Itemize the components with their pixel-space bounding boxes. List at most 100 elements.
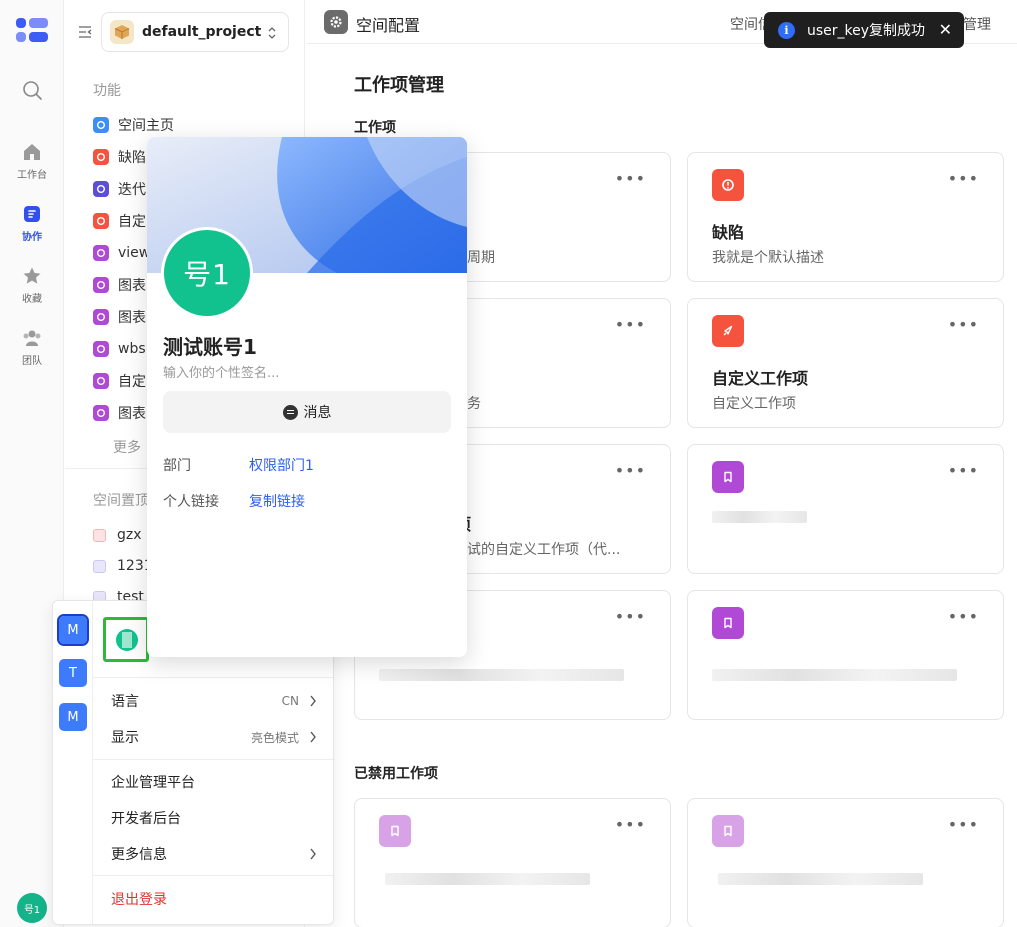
collapse-sidebar-icon[interactable] [77, 24, 93, 40]
sidebar-item[interactable]: 图表 [93, 274, 146, 296]
highlighted-avatar[interactable] [103, 617, 149, 662]
more-options-icon[interactable]: ••• [615, 609, 646, 625]
gear-icon [324, 10, 348, 34]
workspace-m[interactable]: M [59, 703, 87, 731]
dept-link[interactable]: 权限部门1 [249, 455, 314, 475]
sidebar-item[interactable]: 自定 [93, 370, 146, 392]
workspace-m-selected[interactable]: M [57, 614, 89, 646]
user-avatar[interactable]: 号1 [17, 893, 47, 923]
sidebar-item[interactable]: 缺陷 [93, 146, 146, 168]
workitem-type-icon [93, 277, 109, 293]
rail-item-team[interactable]: 团队 [0, 328, 64, 367]
message-button-label: 消息 [303, 405, 332, 421]
workitem-desc: 自定义工作项 [712, 396, 796, 412]
subsection-active: 工作项 [354, 120, 396, 136]
disabled-workitem-card[interactable]: ••• [354, 798, 671, 927]
menu-item[interactable]: 更多信息 [111, 844, 321, 864]
more-options-icon[interactable]: ••• [948, 817, 979, 833]
project-selector[interactable]: default_project [101, 12, 289, 52]
sidebar-item[interactable]: 自定 [93, 210, 146, 232]
profile-card: 号1 测试账号1 输入你的个性签名... 消息 部门 权限部门1 个人链接 复制… [147, 137, 467, 657]
pinned-space-item[interactable]: gzx [93, 524, 142, 546]
more-options-icon[interactable]: ••• [948, 463, 979, 479]
more-options-icon[interactable]: ••• [615, 463, 646, 479]
more-options-icon[interactable]: ••• [948, 609, 979, 625]
redacted-text [385, 873, 590, 885]
dept-label: 部门 [163, 458, 191, 474]
more-options-icon[interactable]: ••• [615, 317, 646, 333]
pinned-space-label: gzx [117, 527, 142, 543]
sidebar-item-label: 自定 [118, 214, 146, 230]
sidebar-item[interactable]: 图表 [93, 402, 146, 424]
workitem-icon [712, 815, 744, 847]
sidebar-item[interactable]: view [93, 242, 150, 264]
workitem-card[interactable]: ••• [687, 590, 1004, 720]
more-options-icon[interactable]: ••• [615, 171, 646, 187]
menu-item[interactable]: 退出登录 [111, 889, 321, 909]
project-name: default_project [142, 24, 262, 40]
toast-notification: i user_key复制成功 ✕ [764, 12, 964, 48]
workitem-type-icon [93, 405, 109, 421]
message-button[interactable]: 消息 [163, 391, 451, 433]
copy-link-button[interactable]: 复制链接 [249, 491, 305, 511]
search-icon[interactable] [22, 80, 42, 100]
app-logo-icon[interactable] [16, 18, 48, 44]
workitem-type-icon [93, 181, 109, 197]
menu-item[interactable]: 开发者后台 [111, 808, 321, 828]
menu-divider [93, 759, 333, 760]
section-title-pinned: 空间置顶 [93, 493, 149, 509]
profile-name: 测试账号1 [163, 335, 257, 359]
rail-item-label: 收藏 [22, 294, 42, 305]
tab-management[interactable]: 管理 [963, 14, 991, 34]
menu-item-label: 语言 [111, 694, 139, 710]
redacted-text [379, 669, 624, 681]
workitem-type-icon [93, 117, 109, 133]
rail-item-collab[interactable]: 协作 [0, 204, 64, 243]
signature-input[interactable]: 输入你的个性签名... [163, 362, 279, 381]
sidebar-item-label: 图表 [118, 406, 146, 422]
workspace-t[interactable]: T [59, 659, 87, 687]
menu-item-label: 显示 [111, 730, 139, 746]
sidebar-item[interactable]: 空间主页 [93, 114, 174, 136]
more-options-icon[interactable]: ••• [615, 817, 646, 833]
team-icon [23, 330, 41, 346]
sidebar-item[interactable]: 图表 [93, 306, 146, 328]
menu-item[interactable]: 企业管理平台 [111, 772, 321, 792]
workitem-type-icon [93, 213, 109, 229]
workitem-card[interactable]: ••• [687, 444, 1004, 574]
sidebar-item[interactable]: wbs [93, 338, 146, 360]
sidebar-item-label: wbs [118, 341, 146, 357]
sidebar-item[interactable]: 迭代 [93, 178, 146, 200]
disabled-workitem-card[interactable]: ••• [687, 798, 1004, 927]
rail-item-label: 团队 [22, 356, 42, 367]
link-row: 个人链接 复制链接 [163, 491, 305, 511]
section-title-features: 功能 [93, 83, 121, 99]
workspace-switcher: M T M [53, 601, 93, 924]
updown-chevron-icon [268, 27, 276, 39]
more-options-icon[interactable]: ••• [948, 317, 979, 333]
workitem-card[interactable]: ••• 自定义工作项 自定义工作项 [687, 298, 1004, 428]
workitem-icon [712, 461, 744, 493]
mini-avatar-icon [116, 629, 138, 651]
package-icon [110, 20, 134, 44]
rail-item-label: 协作 [22, 232, 42, 243]
menu-item[interactable]: 语言 CN [111, 691, 321, 711]
menu-divider [93, 677, 333, 678]
page-title: 空间配置 [356, 16, 421, 35]
menu-item-label: 退出登录 [111, 892, 167, 908]
close-icon[interactable]: ✕ [939, 20, 952, 39]
home-icon [24, 144, 40, 160]
sidebar-item-label: view [118, 245, 151, 261]
sidebar-item-label: 迭代 [118, 182, 146, 198]
workitem-card[interactable]: ••• 缺陷 我就是个默认描述 [687, 152, 1004, 282]
more-link[interactable]: 更多 [113, 437, 141, 457]
rail-item-workbench[interactable]: 工作台 [0, 142, 64, 181]
workitem-title: 自定义工作项 [712, 369, 809, 388]
menu-divider [93, 875, 333, 876]
more-options-icon[interactable]: ••• [948, 171, 979, 187]
rail-item-favorites[interactable]: 收藏 [0, 266, 64, 305]
workitem-icon [712, 169, 744, 201]
chat-bubble-icon [282, 404, 298, 420]
menu-item[interactable]: 显示 亮色模式 [111, 727, 321, 747]
menu-item-value: CN [281, 694, 299, 708]
